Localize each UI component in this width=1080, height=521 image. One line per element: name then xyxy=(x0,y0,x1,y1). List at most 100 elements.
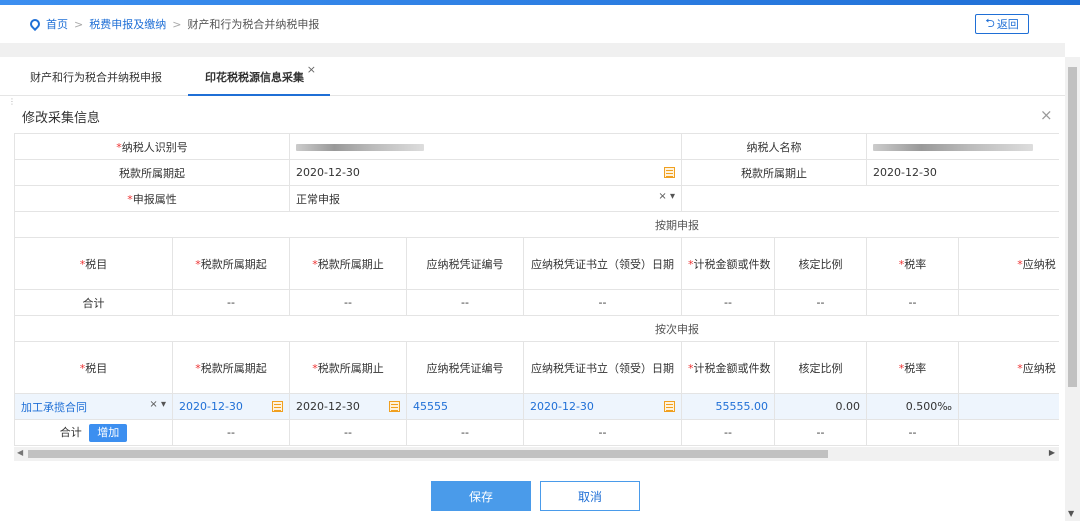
empty-value: -- xyxy=(406,289,524,316)
table-header-per-time: *税目 *税款所属期起 *税款所属期止 应纳税凭证编号 应纳税凭证书立（领受）日… xyxy=(14,341,1059,394)
cancel-button[interactable]: 取消 xyxy=(540,481,640,511)
breadcrumb-home[interactable]: 首页 xyxy=(46,16,68,32)
empty-value: -- xyxy=(172,419,290,446)
empty-value: -- xyxy=(523,289,682,316)
select-controls: × ▾ xyxy=(658,191,675,202)
voucher-date-field[interactable]: 2020-12-30 xyxy=(523,393,682,420)
redacted-taxpayer-name xyxy=(873,143,1033,151)
modal-title: 修改采集信息 xyxy=(22,111,101,126)
column-header: *应纳税 xyxy=(958,341,1059,394)
empty-cell xyxy=(681,185,1059,212)
location-pin-icon xyxy=(27,16,43,32)
scroll-down-arrow-icon[interactable]: ▼ xyxy=(1068,509,1074,518)
empty-value: -- xyxy=(774,419,867,446)
add-row-button[interactable]: 增加 xyxy=(89,423,128,442)
divider-strip xyxy=(0,43,1065,57)
empty-value: -- xyxy=(289,419,407,446)
breadcrumb-current: 财产和行为税合并纳税申报 xyxy=(187,18,320,31)
tab-bar: 财产和行为税合并纳税申报 印花税税源信息采集 × xyxy=(0,57,1065,96)
tab-label: 印花税税源信息采集 xyxy=(205,71,304,84)
column-header: 应纳税凭证书立（领受）日期 xyxy=(523,341,682,394)
voucher-date: 2020-12-30 xyxy=(530,400,594,413)
taxpayer-id-value xyxy=(289,133,682,160)
empty-value xyxy=(958,419,1059,446)
period-start-label: 税款所属期起 xyxy=(14,159,290,186)
declare-attr-label: *申报属性 xyxy=(14,185,290,212)
clear-icon[interactable]: × xyxy=(658,191,666,202)
period-end-label: 税款所属期止 xyxy=(681,159,867,186)
column-header: 应纳税凭证编号 xyxy=(406,237,524,290)
taxpayer-name-value xyxy=(866,133,1059,160)
row-end-date: 2020-12-30 xyxy=(296,400,360,413)
column-header: 应纳税凭证编号 xyxy=(406,341,524,394)
taxpayer-id-label: *纳税人识别号 xyxy=(14,133,290,160)
section-periodic-title: 按期申报 xyxy=(14,211,1059,238)
table-header-periodic: *税目 *税款所属期起 *税款所属期止 应纳税凭证编号 应纳税凭证书立（领受）日… xyxy=(14,237,1059,290)
section-per-time-title: 按次申报 xyxy=(14,315,1059,342)
save-button[interactable]: 保存 xyxy=(431,481,531,511)
form-row-declare-attr: *申报属性 正常申报 × ▾ xyxy=(14,185,1059,212)
back-button[interactable]: ⮌ 返回 xyxy=(975,14,1029,34)
tab-label: 财产和行为税合并纳税申报 xyxy=(30,71,162,84)
tab-combined-declaration[interactable]: 财产和行为税合并纳税申报 xyxy=(30,57,162,96)
clear-icon[interactable]: × xyxy=(149,399,157,410)
column-header: *应纳税 xyxy=(958,237,1059,290)
tab-stamp-tax-collection[interactable]: 印花税税源信息采集 × xyxy=(188,57,330,96)
section-periodic: 按期申报 xyxy=(14,211,1059,238)
redacted-taxpayer-id xyxy=(296,143,424,151)
tab-close-icon[interactable]: × xyxy=(307,49,316,91)
chevron-down-icon[interactable]: ▾ xyxy=(161,399,166,410)
resize-handle-icon: ⋮ xyxy=(8,97,16,106)
amount-input[interactable]: 55555.00 xyxy=(681,393,775,420)
total-cell: 合计 增加 xyxy=(14,419,173,446)
total-label: 合计 xyxy=(14,289,173,316)
breadcrumb-separator: > xyxy=(172,17,182,31)
vertical-scrollbar-thumb[interactable] xyxy=(1068,67,1077,387)
calendar-icon[interactable] xyxy=(664,401,675,412)
tax-item-select[interactable]: 加工承揽合同 × ▾ xyxy=(14,393,173,420)
column-header: *税率 xyxy=(866,341,959,394)
period-start-field[interactable]: 2020-12-30 xyxy=(289,159,682,186)
period-end-value: 2020-12-30 xyxy=(866,159,1059,186)
empty-value: -- xyxy=(774,289,867,316)
voucher-number-input[interactable]: 45555 xyxy=(406,393,524,420)
breadcrumb-separator: > xyxy=(74,17,84,31)
taxpayer-name-label: 纳税人名称 xyxy=(681,133,867,160)
table-row: 加工承揽合同 × ▾ 2020-12-30 2020-12-30 45555 2… xyxy=(14,393,1059,420)
column-header: *税目 xyxy=(14,341,173,394)
ratio-value: 0.00 xyxy=(774,393,867,420)
declare-attr-select[interactable]: 正常申报 × ▾ xyxy=(289,185,682,212)
column-header: 核定比例 xyxy=(774,341,867,394)
row-end-date-field[interactable]: 2020-12-30 xyxy=(289,393,407,420)
breadcrumb-tax-filing[interactable]: 税费申报及缴纳 xyxy=(89,16,166,32)
tax-payable-value xyxy=(958,393,1059,420)
total-row-periodic: 合计 -- -- -- -- -- -- -- xyxy=(14,289,1059,316)
total-label: 合计 xyxy=(59,425,82,439)
select-controls: × ▾ xyxy=(149,399,166,410)
row-start-date: 2020-12-30 xyxy=(179,400,243,413)
empty-value xyxy=(958,289,1059,316)
return-icon: ⮌ xyxy=(985,15,995,30)
column-header: *税目 xyxy=(14,237,173,290)
column-header: 应纳税凭证书立（领受）日期 xyxy=(523,237,682,290)
calendar-icon[interactable] xyxy=(389,401,400,412)
calendar-icon[interactable] xyxy=(664,167,675,178)
column-header: *计税金额或件数 xyxy=(681,237,775,290)
section-per-time: 按次申报 xyxy=(14,315,1059,342)
column-header: *税率 xyxy=(866,237,959,290)
horizontal-scrollbar-thumb[interactable] xyxy=(28,450,828,458)
vertical-scrollbar[interactable]: ▼ xyxy=(1065,57,1080,521)
row-start-date-field[interactable]: 2020-12-30 xyxy=(172,393,290,420)
empty-value: -- xyxy=(866,419,959,446)
horizontal-scrollbar[interactable]: ◀ ▶ xyxy=(14,447,1059,461)
rate-value: 0.500‰ xyxy=(866,393,959,420)
scroll-right-arrow-icon[interactable]: ▶ xyxy=(1049,448,1055,457)
empty-value: -- xyxy=(523,419,682,446)
empty-value: -- xyxy=(681,419,775,446)
column-header: *计税金额或件数 xyxy=(681,341,775,394)
scroll-left-arrow-icon[interactable]: ◀ xyxy=(17,448,23,457)
modal-close-icon[interactable]: × xyxy=(1040,106,1053,124)
calendar-icon[interactable] xyxy=(272,401,283,412)
chevron-down-icon[interactable]: ▾ xyxy=(670,191,675,202)
column-header: *税款所属期起 xyxy=(172,237,290,290)
